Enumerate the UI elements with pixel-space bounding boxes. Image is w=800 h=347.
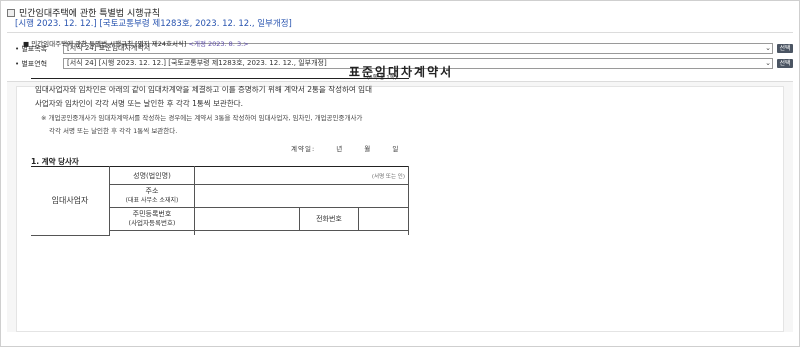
address-sub: (대표 사무소 소재지) [125, 197, 179, 204]
address-label: 주소 [145, 187, 159, 195]
square-bullet-icon [7, 8, 15, 17]
regno-sub: (사업자등록번호) [128, 219, 176, 227]
contract-date: 계약일: 년 월 일 [291, 143, 399, 153]
law-subtitle: [시행 2023. 12. 12.] [국토교통부령 제1283호, 2023.… [15, 19, 292, 29]
phone-value [358, 207, 409, 231]
form-header: ■ 민간임대주택에 관한 특별법 시행규칙 [별지 제24호서식] <개정 20… [23, 38, 249, 48]
regno-label: 주민등록번호 [132, 210, 172, 218]
page-count: (6쪽 중 1쪽) [367, 73, 397, 81]
parties-table: 임대사업자 성명(법인명) (서명 또는 인) 주소 (대표 사무소 소재지) … [31, 166, 409, 236]
party-label: 임대사업자 [31, 166, 110, 236]
title-underline [31, 78, 409, 79]
name-label: 성명(법인명) [109, 166, 195, 185]
note-line-2: 각각 서명 또는 날인한 후 각각 1통씩 보관한다. [49, 127, 178, 135]
date-month: 월 [364, 145, 372, 153]
address-value [194, 184, 409, 208]
date-year: 년 [336, 145, 344, 153]
table-row: 임대사업자 성명(법인명) (서명 또는 인) [31, 166, 409, 236]
date-label: 계약일: [291, 145, 316, 153]
regno-value [194, 207, 300, 231]
regno-cell: 주민등록번호 (사업자등록번호) [109, 207, 195, 231]
intro-line-1: 임대사업자와 임차인은 아래의 같이 임대차계약을 체결하고 이를 증명하기 위… [35, 85, 372, 94]
chevron-down-icon: ⌄ [765, 44, 771, 52]
form-list-select-button[interactable]: 선택 [777, 44, 793, 53]
note-line-1: ※ 개업공인중개사가 임대차계약서를 작성하는 경우에는 계약서 3통을 작성하… [41, 114, 363, 122]
address-cell: 주소 (대표 사무소 소재지) [109, 184, 195, 208]
table-cell [194, 230, 409, 235]
table-cell [109, 230, 195, 235]
page-frame: 민간임대주택에 관한 특별법 시행규칙 [시행 2023. 12. 12.] [… [0, 0, 800, 347]
phone-label: 전화번호 [299, 207, 359, 231]
form-header-text: ■ 민간임대주택에 관한 특별법 시행규칙 [별지 제24호서식] [23, 40, 187, 48]
sign-hint: (서명 또는 인) [194, 166, 409, 185]
form-revision: <개정 2023. 8. 3.> [188, 40, 249, 48]
date-day: 일 [392, 145, 400, 153]
header-divider [7, 32, 793, 33]
intro-line-2: 사업자와 임차인이 각각 서명 또는 날인한 후 각각 1통씩 보관한다. [35, 99, 244, 108]
